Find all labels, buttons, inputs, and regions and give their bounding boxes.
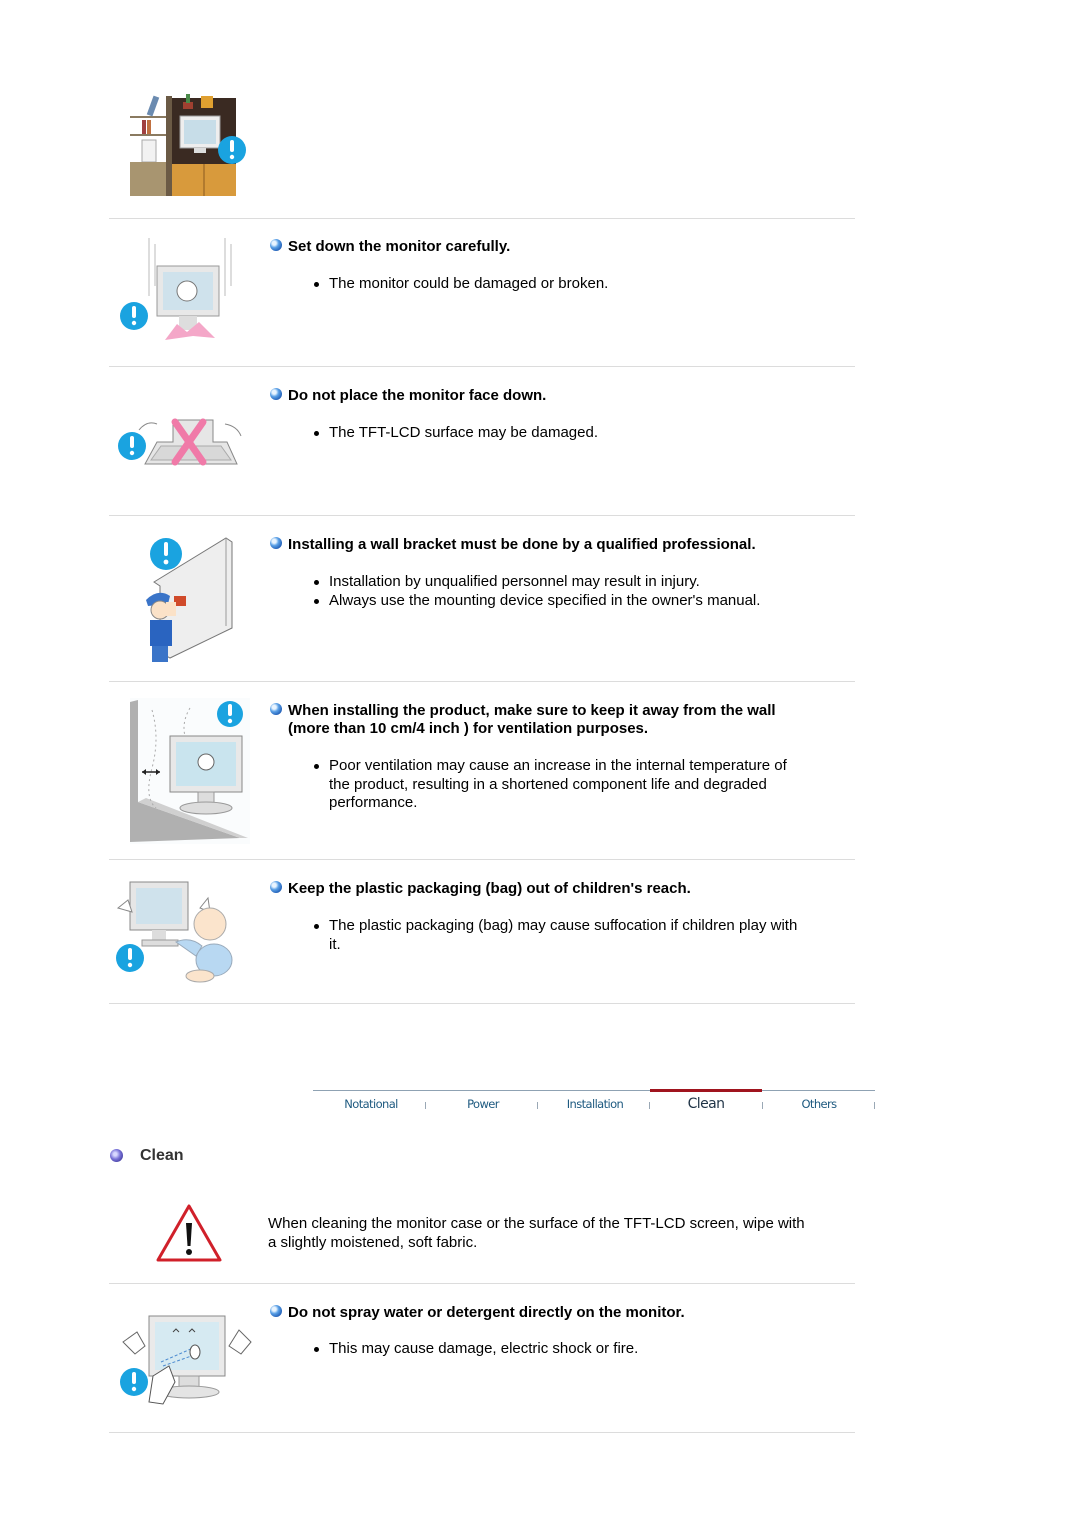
monitor-wall-distance-illustration <box>130 698 250 844</box>
bullet-item: Poor ventilation may cause an increase i… <box>312 757 787 813</box>
tab-clean[interactable]: Clean <box>650 1089 762 1116</box>
section-nav: Notational Power Installation Clean Othe… <box>313 1089 875 1116</box>
caution-heading: Installing a wall bracket must be done b… <box>270 536 756 554</box>
bullet-item: The TFT-LCD surface may be damaged. <box>312 424 598 443</box>
monitor-face-down-illustration <box>117 414 245 470</box>
caution-bullets: The plastic packaging (bag) may cause su… <box>312 917 797 954</box>
bullet-item: Installation by unqualified personnel ma… <box>312 573 760 592</box>
caution-heading: When installing the product, make sure t… <box>270 702 776 738</box>
section-title: Clean <box>110 1147 184 1165</box>
wall-bracket-installer-illustration <box>140 532 240 664</box>
bullet-orb-icon <box>270 239 282 251</box>
tab-power[interactable]: Power <box>427 1090 539 1116</box>
separator <box>109 218 855 219</box>
monitor-on-shelf-illustration <box>128 92 248 200</box>
bullet-item: The monitor could be damaged or broken. <box>312 275 608 294</box>
tab-notational[interactable]: Notational <box>315 1090 427 1116</box>
bullet-orb-icon <box>270 881 282 893</box>
caution-heading: Keep the plastic packaging (bag) out of … <box>270 880 691 898</box>
separator <box>109 1003 855 1004</box>
tab-divider <box>425 1102 426 1109</box>
tab-divider <box>874 1102 875 1109</box>
separator <box>109 681 855 682</box>
caution-heading: Do not place the monitor face down. <box>270 387 546 405</box>
caution-heading: Set down the monitor carefully. <box>270 238 510 256</box>
clean-intro-text: When cleaning the monitor case or the su… <box>268 1215 805 1251</box>
section-orb-icon <box>110 1149 123 1162</box>
caution-heading: Do not spray water or detergent directly… <box>270 1304 685 1322</box>
bullet-orb-icon <box>270 1305 282 1317</box>
caution-bullets: This may cause damage, electric shock or… <box>312 1340 638 1359</box>
caution-bullets: Poor ventilation may cause an increase i… <box>312 757 787 813</box>
separator <box>109 1432 855 1433</box>
monitor-falling-illustration <box>117 236 243 342</box>
separator <box>109 366 855 367</box>
tab-others[interactable]: Others <box>763 1090 875 1116</box>
bullet-orb-icon <box>270 388 282 400</box>
tab-divider <box>537 1102 538 1109</box>
caution-bullets: The TFT-LCD surface may be damaged. <box>312 424 598 443</box>
caution-bullets: The monitor could be damaged or broken. <box>312 275 608 294</box>
warning-triangle-icon <box>155 1203 223 1263</box>
separator <box>109 1283 855 1284</box>
bullet-item: This may cause damage, electric shock or… <box>312 1340 638 1359</box>
bullet-item: The plastic packaging (bag) may cause su… <box>312 917 797 954</box>
bullet-item: Always use the mounting device specified… <box>312 592 760 611</box>
caution-bullets: Installation by unqualified personnel ma… <box>312 573 760 610</box>
bullet-orb-icon <box>270 703 282 715</box>
spray-monitor-illustration <box>117 1312 257 1408</box>
separator <box>109 859 855 860</box>
child-plastic-bag-illustration <box>110 878 238 988</box>
separator <box>109 515 855 516</box>
bullet-orb-icon <box>270 537 282 549</box>
tab-installation[interactable]: Installation <box>539 1090 651 1116</box>
